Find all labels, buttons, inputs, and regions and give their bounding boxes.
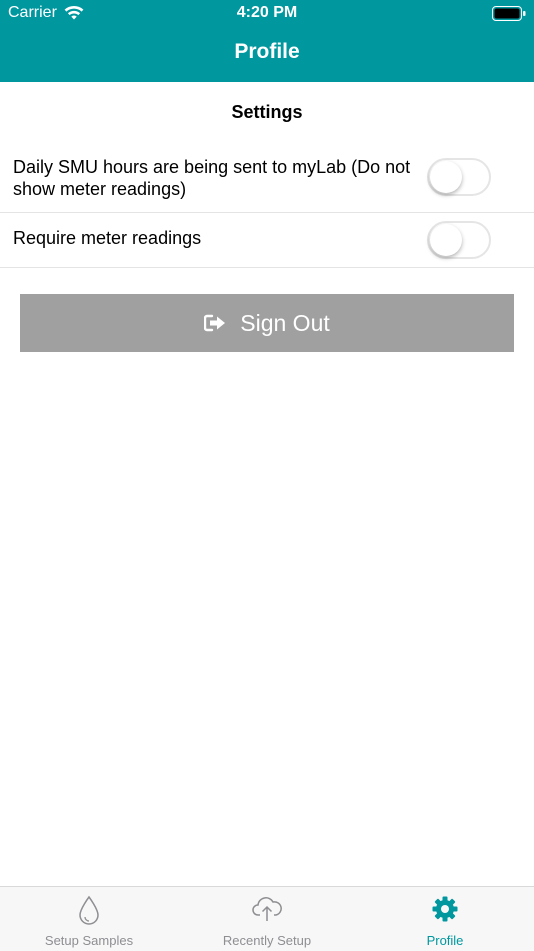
- sign-out-button[interactable]: Sign Out: [20, 294, 514, 352]
- toggle-knob: [430, 161, 462, 193]
- tab-setup-samples[interactable]: Setup Samples: [0, 887, 178, 951]
- status-time: 4:20 PM: [236, 4, 298, 21]
- setting-row-require-meter: Require meter readings: [0, 213, 534, 268]
- tab-label-setup-samples: Setup Samples: [44, 933, 134, 948]
- tab-bar: Setup Samples Recently Setup Profile: [0, 886, 534, 951]
- tab-label-recently-setup: Recently Setup: [222, 933, 312, 948]
- droplet-icon: [0, 895, 178, 925]
- setting-row-daily-smu: Daily SMU hours are being sent to myLab …: [0, 142, 534, 213]
- tab-label-profile: Profile: [426, 933, 464, 948]
- sign-out-icon: [204, 314, 226, 332]
- setting-label-require-meter: Require meter readings: [13, 228, 202, 248]
- page-title: Profile: [234, 40, 300, 63]
- toggle-knob: [430, 224, 462, 256]
- gear-icon: [356, 895, 534, 923]
- settings-section-title: Settings: [231, 102, 303, 122]
- header-bar: Carrier 4:20 PM Profile: [0, 0, 534, 82]
- require-meter-toggle[interactable]: [427, 221, 491, 259]
- daily-smu-toggle[interactable]: [427, 158, 491, 196]
- setting-label-daily-smu: Daily SMU hours are being sent to myLab …: [13, 157, 411, 199]
- status-bar: Carrier 4:20 PM: [0, 0, 534, 28]
- battery-icon: [492, 6, 526, 26]
- tab-recently-setup[interactable]: Recently Setup: [178, 887, 356, 951]
- tab-profile[interactable]: Profile: [356, 887, 534, 951]
- cloud-upload-icon: [178, 895, 356, 923]
- sign-out-label: Sign Out: [240, 309, 330, 336]
